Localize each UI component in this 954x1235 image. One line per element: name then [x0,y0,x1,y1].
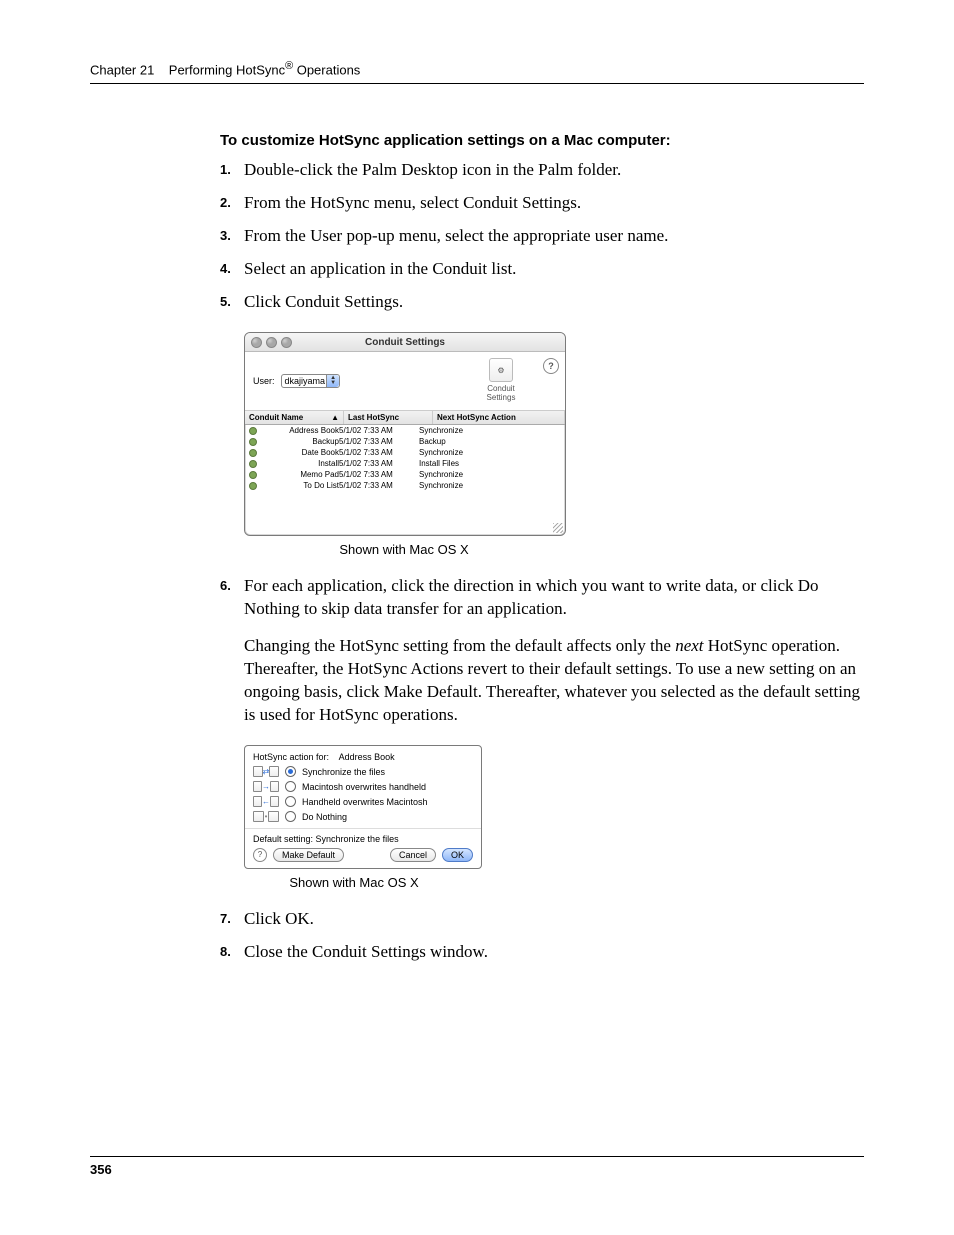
page-number: 356 [90,1162,112,1177]
status-dot-icon [249,460,257,468]
hotsync-action-dialog: HotSync action for: Address Book ⇄ Synch… [244,745,482,869]
footer-rule [90,1156,864,1157]
chapter-label: Chapter 21 [90,62,154,77]
step-text: From the User pop-up menu, select the ap… [244,225,668,248]
column-headers[interactable]: Conduit Name▲ Last HotSync Next HotSync … [245,411,565,425]
col-next-action[interactable]: Next HotSync Action [433,411,565,424]
step-text: Close the Conduit Settings window. [244,941,488,964]
option-handheld-overwrites[interactable]: ← Handheld overwrites Macintosh [253,796,473,808]
header-rule [90,83,864,84]
step-text: Select an application in the Conduit lis… [244,258,516,281]
step-text: Click OK. [244,908,314,931]
table-row[interactable]: Memo Pad 5/1/02 7:33 AM Synchronize [245,469,565,480]
step-number: 3. [220,225,244,248]
col-conduit-name[interactable]: Conduit Name▲ [245,411,344,424]
user-label: User: [253,376,275,386]
table-row[interactable]: To Do List 5/1/02 7:33 AM Synchronize [245,480,565,491]
resize-handle-icon[interactable] [553,523,563,533]
status-dot-icon [249,471,257,479]
step-text: Click Conduit Settings. [244,291,403,314]
radio-unselected[interactable] [285,796,296,807]
default-setting-text: Default setting: Synchronize the files [253,834,473,844]
step-number: 6. [220,575,244,621]
radio-unselected[interactable] [285,781,296,792]
option-mac-overwrites[interactable]: → Macintosh overwrites handheld [253,781,473,793]
sort-asc-icon: ▲ [331,413,339,422]
section-subheading: To customize HotSync application setting… [220,132,864,149]
user-popup[interactable]: dkajiyama ▲▼ [281,374,341,388]
dialog-header: HotSync action for: Address Book [253,752,473,762]
col-last-hotsync[interactable]: Last HotSync [344,411,433,424]
figure-caption: Shown with Mac OS X [244,542,564,557]
step-text: Double-click the Palm Desktop icon in th… [244,159,621,182]
toolbar-button-label: Conduit Settings [487,384,516,402]
status-dot-icon [249,427,257,435]
arrow-right-icon: → [262,782,270,791]
step-2: 2. From the HotSync menu, select Conduit… [220,192,864,215]
table-row[interactable]: Date Book 5/1/02 7:33 AM Synchronize [245,447,565,458]
user-popup-value: dkajiyama [285,376,326,386]
table-row[interactable]: Install 5/1/02 7:33 AM Install Files [245,458,565,469]
cancel-button[interactable]: Cancel [390,848,436,862]
option-synchronize[interactable]: ⇄ Synchronize the files [253,766,473,778]
step-7: 7. Click OK. [220,908,864,931]
window-titlebar: Conduit Settings [245,333,565,352]
conduit-settings-toolbar-button[interactable]: ⚙ Conduit Settings [477,358,525,402]
step-6: 6. For each application, click the direc… [220,575,864,621]
chapter-title-suffix: Operations [293,62,360,77]
step-5: 5. Click Conduit Settings. [220,291,864,314]
window-title: Conduit Settings [245,337,565,348]
make-default-button[interactable]: Make Default [273,848,344,862]
conduit-settings-icon: ⚙ [497,366,504,375]
step-number: 4. [220,258,244,281]
conduit-settings-window: Conduit Settings User: dkajiyama ▲▼ ⚙ Co… [244,332,566,536]
step-text: For each application, click the directio… [244,575,864,621]
ok-button[interactable]: OK [442,848,473,862]
step-number: 8. [220,941,244,964]
step-number: 2. [220,192,244,215]
page-header: Chapter 21 Performing HotSync® Operation… [90,60,864,84]
step-3: 3. From the User pop-up menu, select the… [220,225,864,248]
step-text: From the HotSync menu, select Conduit Se… [244,192,581,215]
table-row[interactable]: Address Book 5/1/02 7:33 AM Synchronize [245,425,565,436]
step-1: 1. Double-click the Palm Desktop icon in… [220,159,864,182]
table-row[interactable]: Backup 5/1/02 7:33 AM Backup [245,436,565,447]
dot-separator-icon: • [265,812,268,821]
arrow-left-icon: ← [262,797,270,806]
status-dot-icon [249,482,257,490]
help-icon[interactable]: ? [253,848,267,862]
step-4: 4. Select an application in the Conduit … [220,258,864,281]
radio-selected[interactable] [285,766,296,777]
radio-unselected[interactable] [285,811,296,822]
chevron-updown-icon: ▲▼ [326,375,339,387]
window-toolbar: User: dkajiyama ▲▼ ⚙ Conduit Settings ? [245,352,565,411]
status-dot-icon [249,449,257,457]
step-6-paragraph: Changing the HotSync setting from the de… [244,635,864,727]
step-8: 8. Close the Conduit Settings window. [220,941,864,964]
status-dot-icon [249,438,257,446]
option-do-nothing[interactable]: • Do Nothing [253,811,473,823]
step-number: 1. [220,159,244,182]
registered-mark: ® [285,60,293,72]
step-number: 7. [220,908,244,931]
step-number: 5. [220,291,244,314]
help-icon[interactable]: ? [543,358,559,374]
chapter-title-prefix: Performing HotSync [169,62,285,77]
figure-caption: Shown with Mac OS X [244,875,464,890]
sync-arrows-icon: ⇄ [263,767,270,776]
conduit-list[interactable]: Address Book 5/1/02 7:33 AM Synchronize … [245,425,565,535]
